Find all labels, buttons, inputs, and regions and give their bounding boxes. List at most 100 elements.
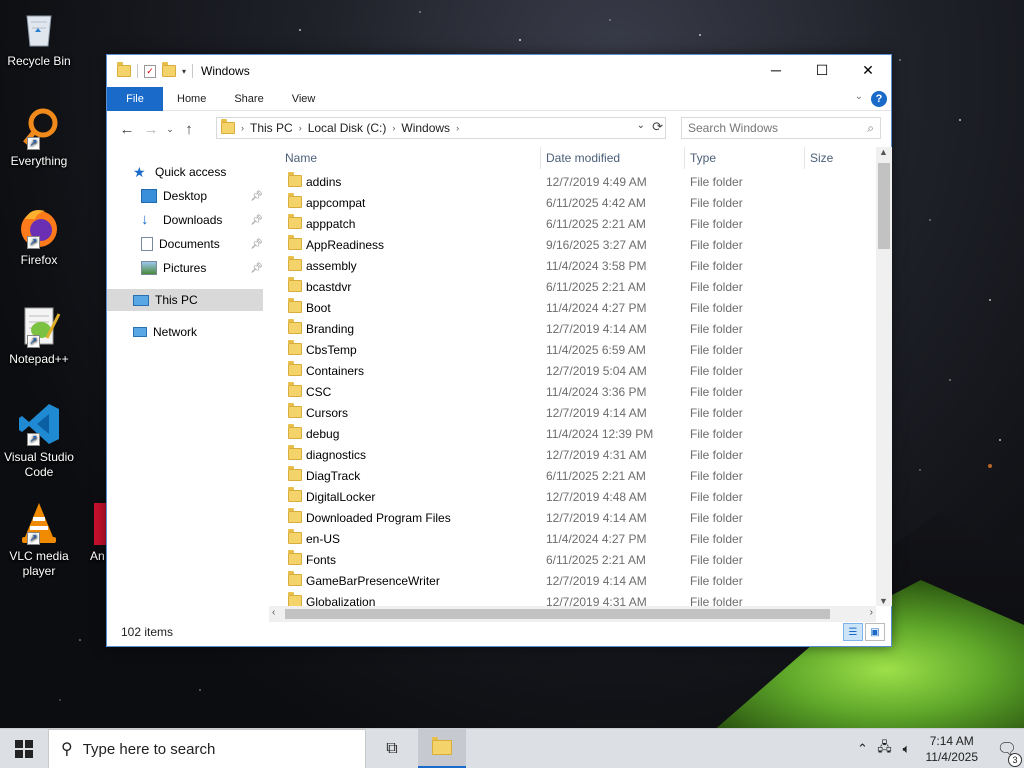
folder-icon — [288, 403, 302, 418]
taskbar-search-box[interactable]: ⚲ Type here to search — [48, 729, 366, 768]
folder-icon — [288, 172, 302, 187]
file-row[interactable]: diagnostics 12/7/2019 4:31 AM File folder — [272, 444, 872, 465]
desktop-icon-vlc[interactable]: ↗ VLC media player — [2, 501, 76, 579]
scrollbar-thumb[interactable] — [285, 609, 830, 619]
start-button[interactable] — [0, 729, 48, 768]
vertical-scrollbar[interactable]: ▲ ▼ — [876, 147, 892, 606]
scroll-up-icon[interactable]: ▲ — [879, 147, 888, 157]
breadcrumb-local-disk[interactable]: Local Disk (C:) — [308, 121, 387, 135]
file-row[interactable]: DigitalLocker 12/7/2019 4:48 AM File folde… — [272, 486, 872, 507]
search-icon: ⚲ — [61, 741, 73, 758]
nav-documents[interactable]: Documents 📌︎ — [107, 233, 267, 255]
desktop-icon-everything[interactable]: ↗ Everything — [2, 106, 76, 169]
up-button[interactable]: ↑ — [177, 117, 201, 141]
column-divider[interactable] — [804, 147, 805, 169]
new-folder-icon[interactable] — [162, 62, 176, 77]
nav-quick-access[interactable]: ★ Quick access — [107, 161, 267, 183]
file-row[interactable]: Fonts 6/11/2025 2:21 AM File folder — [272, 549, 872, 570]
nav-label: Documents — [159, 237, 220, 251]
file-type: File folder — [690, 574, 743, 588]
pin-icon[interactable]: 📌︎ — [250, 239, 263, 250]
scrollbar-thumb[interactable] — [878, 163, 890, 249]
folder-icon — [288, 298, 302, 313]
file-row[interactable]: AppReadiness 9/16/2025 3:27 AM File folder — [272, 234, 872, 255]
shortcut-arrow-icon: ↗ — [27, 335, 40, 348]
forward-button[interactable]: → — [139, 117, 163, 141]
maximize-button[interactable]: ☐ — [799, 55, 845, 85]
file-row[interactable]: debug 11/4/2024 12:39 PM File folder — [272, 423, 872, 444]
minimize-button[interactable]: ─ — [753, 55, 799, 85]
search-input[interactable]: Search Windows ⌕ — [681, 117, 881, 139]
network-status-icon[interactable]: 🖧︎ — [874, 738, 896, 760]
breadcrumb-windows[interactable]: Windows — [401, 121, 450, 135]
file-row[interactable]: addins 12/7/2019 4:49 AM File folder — [272, 171, 872, 192]
tab-file[interactable]: File — [107, 86, 163, 111]
desktop-icon-label: Recycle Bin — [7, 54, 71, 68]
expand-ribbon-icon[interactable]: ⌄ — [855, 91, 863, 102]
column-header-size[interactable]: Size — [810, 151, 833, 165]
nav-this-pc[interactable]: This PC — [107, 289, 263, 311]
taskbar-file-explorer[interactable] — [418, 729, 466, 768]
properties-icon[interactable]: ✓ — [144, 64, 156, 78]
column-divider[interactable] — [540, 147, 541, 169]
address-bar[interactable]: › This PC › Local Disk (C:) › Windows › … — [216, 117, 666, 139]
address-dropdown-icon[interactable]: ⌄ — [637, 120, 645, 131]
file-row[interactable]: Cursors 12/7/2019 4:14 AM File folder — [272, 402, 872, 423]
pin-icon[interactable]: 📌︎ — [250, 191, 263, 202]
file-row[interactable]: DiagTrack 6/11/2025 2:21 AM File folder — [272, 465, 872, 486]
back-button[interactable]: ← — [115, 117, 139, 141]
desktop-icon-label: Visual Studio Code — [4, 450, 74, 479]
nav-downloads[interactable]: ↓ Downloads 📌︎ — [107, 209, 267, 231]
desktop-icon-notepadpp[interactable]: ↗ Notepad++ — [2, 304, 76, 367]
pin-icon[interactable]: 📌︎ — [250, 215, 263, 226]
scroll-down-icon[interactable]: ▼ — [879, 596, 888, 606]
column-divider[interactable] — [684, 147, 685, 169]
close-button[interactable]: ✕ — [845, 55, 891, 85]
file-row[interactable]: apppatch 6/11/2025 2:21 AM File folder — [272, 213, 872, 234]
customize-toolbar-icon[interactable]: ▾ — [182, 67, 186, 76]
file-row[interactable]: GameBarPresenceWriter 12/7/2019 4:14 AM Fi… — [272, 570, 872, 591]
search-placeholder: Search Windows — [688, 121, 779, 135]
desktop-icon-label: VLC media player — [9, 549, 69, 578]
tab-home[interactable]: Home — [163, 87, 220, 111]
file-row[interactable]: CSC 11/4/2024 3:36 PM File folder — [272, 381, 872, 402]
network-icon — [133, 327, 147, 337]
documents-folder-icon — [141, 237, 153, 251]
file-row[interactable]: Downloaded Program Files 12/7/2019 4:14 A… — [272, 507, 872, 528]
clock[interactable]: 7:14 AM 11/4/2025 — [926, 733, 979, 765]
help-icon[interactable]: ? — [871, 91, 887, 107]
nav-desktop[interactable]: Desktop 📌︎ — [107, 185, 267, 207]
tab-share[interactable]: Share — [220, 87, 277, 111]
file-row[interactable]: Branding 12/7/2019 4:14 AM File folder — [272, 318, 872, 339]
clock-time: 7:14 AM — [929, 734, 974, 748]
show-hidden-icons-icon[interactable]: ⌃ — [852, 741, 874, 757]
large-icons-view-button[interactable]: ▣ — [865, 623, 885, 641]
scroll-right-icon[interactable]: › — [870, 607, 873, 618]
file-row[interactable]: en-US 11/4/2024 4:27 PM File folder — [272, 528, 872, 549]
details-view-button[interactable]: ☰ — [843, 623, 863, 641]
breadcrumb-this-pc[interactable]: This PC — [250, 121, 293, 135]
file-row[interactable]: Containers 12/7/2019 5:04 AM File folder — [272, 360, 872, 381]
refresh-icon[interactable]: ⟳ — [652, 119, 663, 135]
tab-view[interactable]: View — [278, 87, 330, 111]
scroll-left-icon[interactable]: ‹ — [272, 607, 275, 618]
nav-network[interactable]: Network — [107, 321, 267, 343]
task-view-button[interactable]: ⧉ — [368, 729, 416, 768]
file-row[interactable]: Boot 11/4/2024 4:27 PM File folder — [272, 297, 872, 318]
pin-icon[interactable]: 📌︎ — [250, 263, 263, 274]
desktop-icon-vscode[interactable]: ↗ Visual Studio Code — [2, 402, 76, 480]
column-header-name[interactable]: Name — [285, 151, 317, 165]
file-row[interactable]: assembly 11/4/2024 3:58 PM File folder — [272, 255, 872, 276]
column-header-date[interactable]: Date modified — [546, 151, 620, 165]
file-row[interactable]: appcompat 6/11/2025 4:42 AM File folder — [272, 192, 872, 213]
action-center-button[interactable]: 🗨︎ 3 — [990, 739, 1024, 767]
nav-pictures[interactable]: Pictures 📌︎ — [107, 257, 267, 279]
desktop-icon-firefox[interactable]: ↗ Firefox — [2, 205, 76, 268]
desktop-icon-recycle-bin[interactable]: Recycle Bin — [2, 6, 76, 69]
column-header-type[interactable]: Type — [690, 151, 716, 165]
recent-locations-icon[interactable]: ⌄ — [163, 117, 177, 141]
desktop-icon-label: An — [90, 549, 105, 563]
volume-muted-icon[interactable]: 🔈︎ — [896, 741, 918, 757]
file-row[interactable]: CbsTemp 11/4/2025 6:59 AM File folder — [272, 339, 872, 360]
file-row[interactable]: bcastdvr 6/11/2025 2:21 AM File folder — [272, 276, 872, 297]
